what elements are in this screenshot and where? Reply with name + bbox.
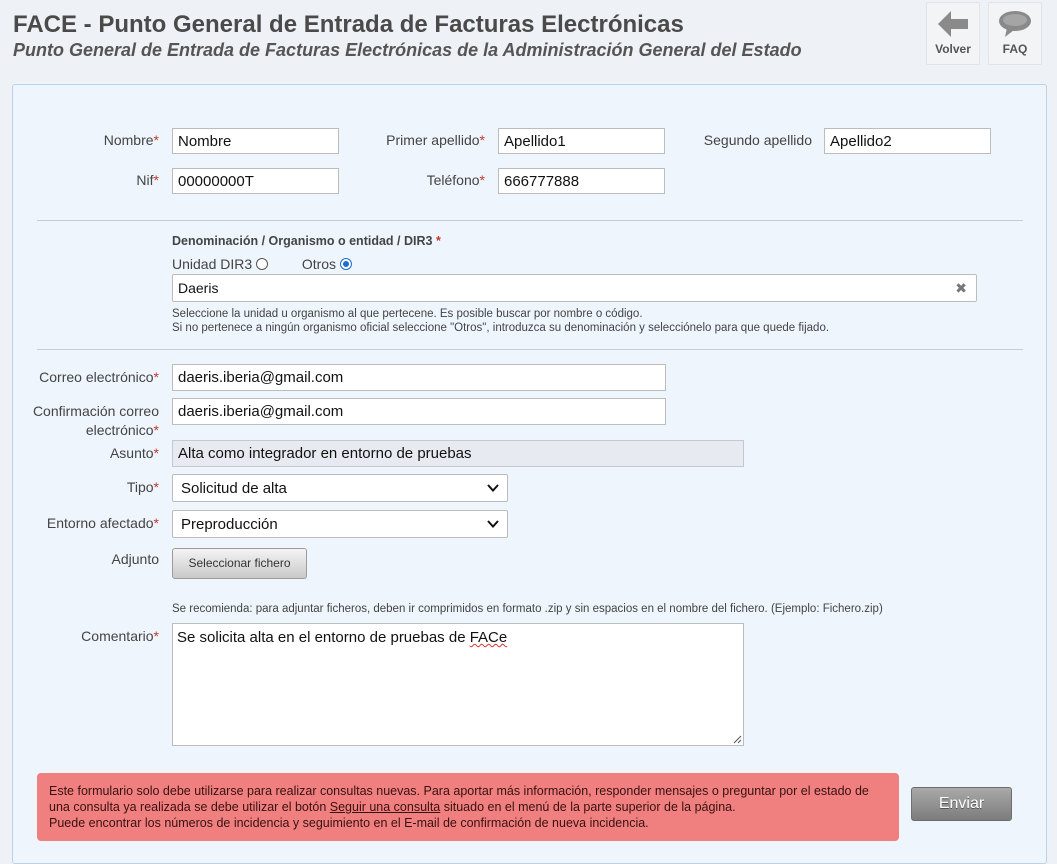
page-subtitle: Punto General de Entrada de Facturas Ele… [13,40,802,60]
apellido2-input[interactable]: Apellido2 [824,128,991,154]
radio-label-otros: Otros [301,256,337,272]
correo-label: Correo electrónico* [39,369,159,385]
comentario-textarea[interactable]: Se solicita alta en el entorno de prueba… [172,623,744,746]
seguir-consulta-link[interactable]: Seguir una consulta [330,800,441,814]
denominacion-help-1: Seleccione la unidad u organismo al que … [172,308,643,320]
select-file-button[interactable]: Seleccionar fichero [172,548,307,579]
telefono-label: Teléfono* [426,172,485,188]
page-header: FACE - Punto General de Entrada de Factu… [0,0,1057,80]
page-title: FACE - Punto General de Entrada de Factu… [13,11,684,38]
asunto-label: Asunto* [109,445,159,461]
faq-label: FAQ [1002,42,1028,56]
entorno-select[interactable]: Preproducción [172,510,508,538]
back-label: Volver [935,42,971,56]
back-button[interactable]: Volver [926,2,980,65]
apellido1-input[interactable]: Apellido1 [498,128,665,154]
contact-form-panel: Nombre* Nombre Primer apellido* Apellido… [12,84,1047,864]
clear-icon[interactable]: ✖ [955,280,967,297]
nif-input[interactable]: 00000000T [172,168,339,194]
apellido1-label: Primer apellido* [386,132,485,148]
adjunto-label: Adjunto [111,551,159,567]
adjunto-hint: Se recomienda: para adjuntar ficheros, d… [172,603,883,615]
confirmacion-label: Confirmación correo electrónico* [32,403,159,438]
tipo-label: Tipo* [126,479,159,495]
correo-input[interactable]: daeris.iberia@gmail.com [172,364,666,391]
nif-label: Nif* [136,172,159,188]
comentario-label: Comentario* [81,628,159,644]
submit-button[interactable]: Enviar [911,787,1012,821]
radio-otros[interactable] [339,258,352,270]
divider [37,220,1023,221]
divider [37,349,1023,350]
spellcheck-word: FACe [469,629,508,646]
resize-handle-icon[interactable] [732,734,742,744]
nombre-label: Nombre* [103,132,159,148]
denominacion-input[interactable]: Daeris ✖ [172,274,977,302]
chevron-down-icon [487,484,499,492]
radio-dir3[interactable] [256,258,269,270]
tipo-select[interactable]: Solicitud de alta [172,474,508,502]
apellido2-label: Segundo apellido [703,132,812,148]
denominacion-label: Denominación / Organismo o entidad / DIR… [172,234,441,248]
confirmacion-input[interactable]: daeris.iberia@gmail.com [172,398,666,425]
arrow-left-icon [938,11,968,37]
faq-button[interactable]: FAQ [988,2,1042,65]
denominacion-radios: Unidad DIR3 Otros [172,256,352,272]
speech-bubble-icon [999,11,1031,37]
warning-notice: Este formulario solo debe utilizarse par… [37,773,899,841]
denominacion-help-2: Si no pertenece a ningún organismo ofici… [172,322,830,334]
telefono-input[interactable]: 666777888 [498,168,665,194]
entorno-label: Entorno afectado* [46,515,159,531]
nombre-input[interactable]: Nombre [172,128,339,154]
asunto-input: Alta como integrador en entorno de prueb… [172,440,744,467]
chevron-down-icon [487,520,499,528]
radio-label-dir3: Unidad DIR3 [172,256,253,272]
